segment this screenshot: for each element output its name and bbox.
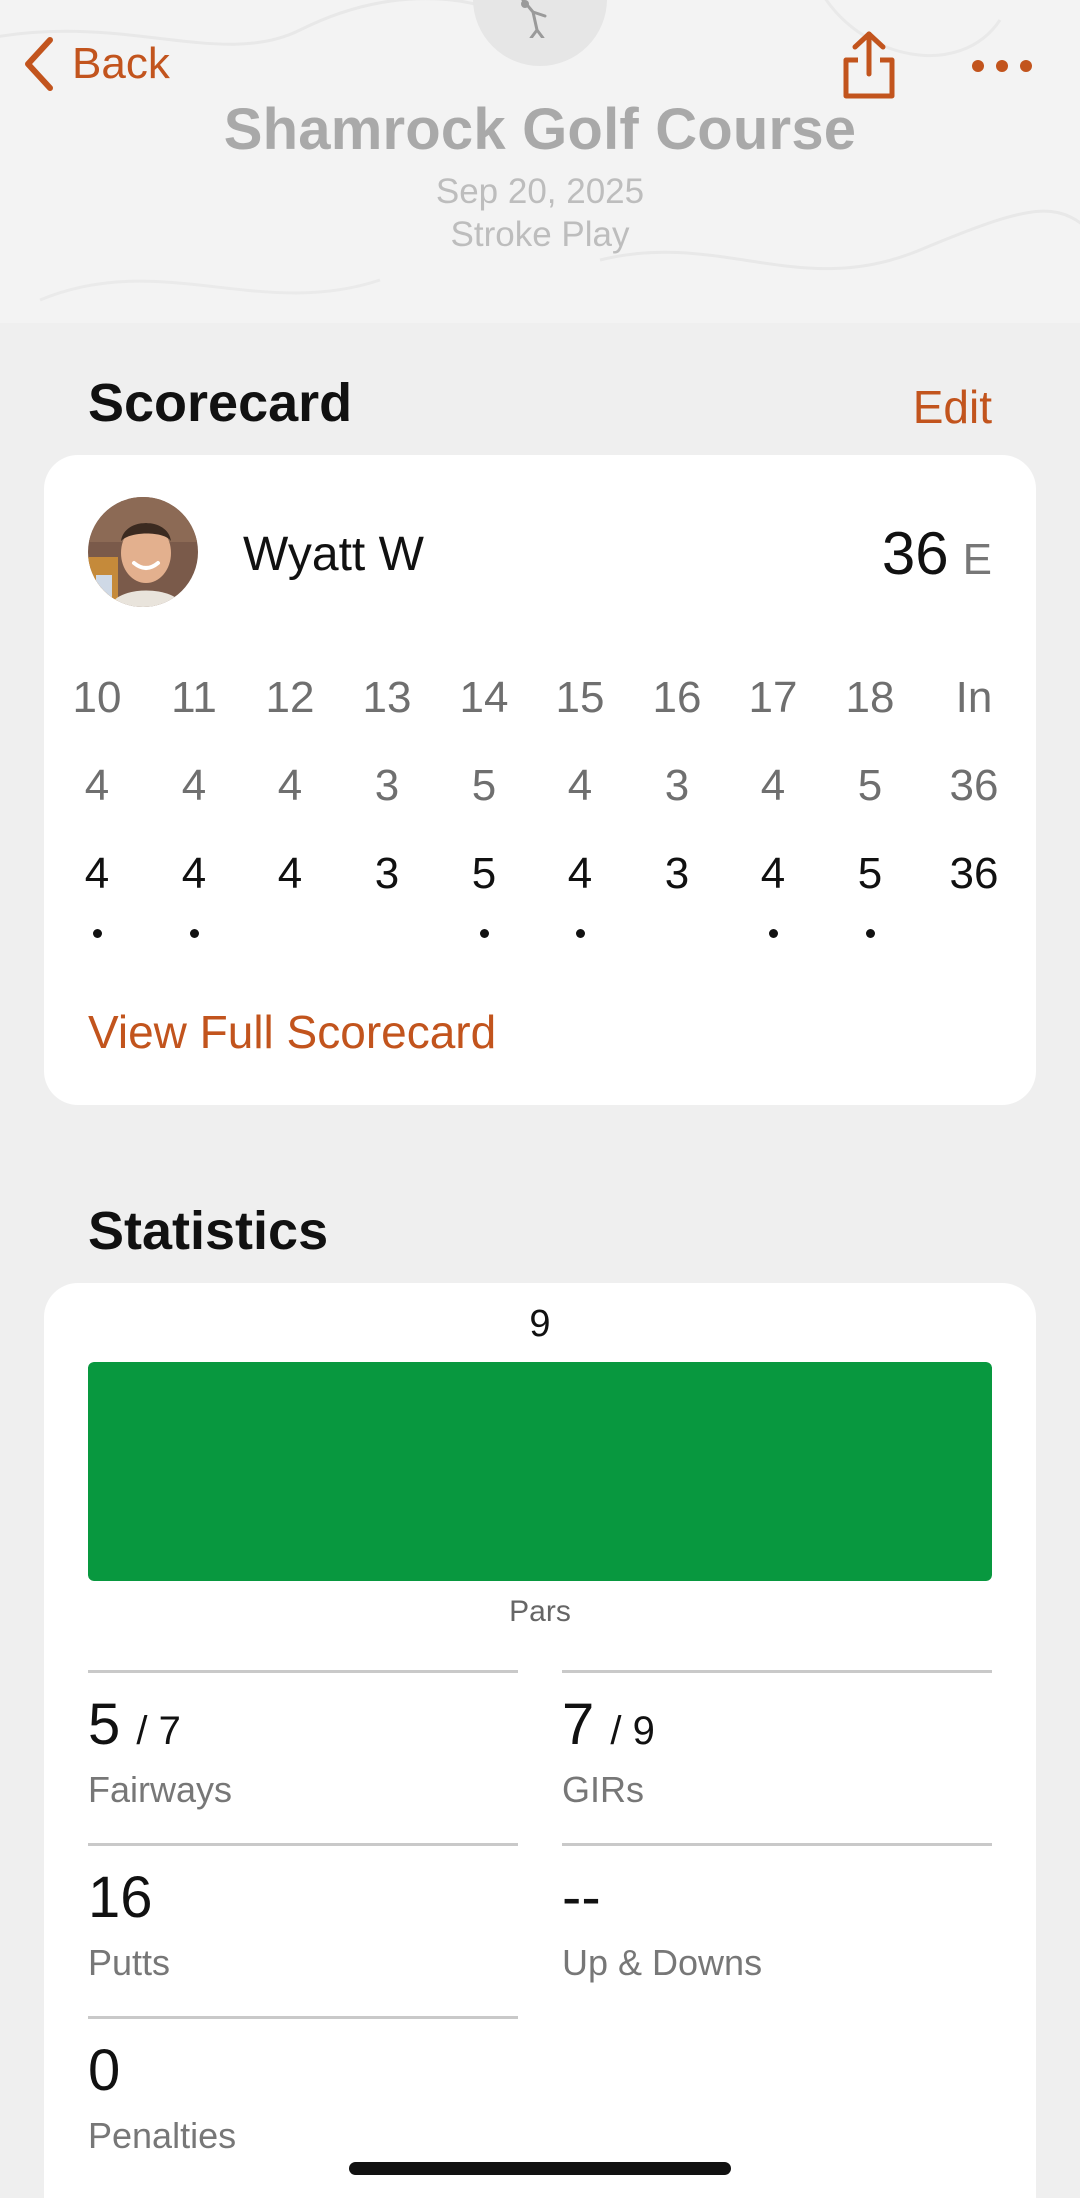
- round-date: Sep 20, 2025: [435, 172, 645, 211]
- scorecard-card: Wyatt W 36 E 10 11 12 13 14 15 16 17 18 In 444354…: [44, 455, 1036, 1105]
- course-title: Shamrock Golf Course: [223, 97, 857, 162]
- score-marker-dot: [768, 929, 778, 938]
- score-cell-11: 4: [181, 849, 207, 898]
- fairways-label: Fairways: [88, 1769, 233, 1810]
- edit-button[interactable]: Edit: [913, 380, 992, 434]
- putts-value: 16: [88, 1865, 153, 1930]
- player-name: Wyatt W: [243, 528, 424, 581]
- score-cell-12: 4: [277, 849, 303, 898]
- penalties-value: 0: [88, 2038, 121, 2103]
- score-distribution-bar: [88, 1362, 992, 1581]
- score-cell-18: 5: [857, 849, 883, 898]
- back-button[interactable]: Back: [22, 34, 170, 94]
- score-cell-15: 4: [567, 849, 593, 898]
- home-indicator[interactable]: [349, 2162, 731, 2175]
- share-icon: [843, 31, 895, 99]
- score-cell-13: 3: [374, 849, 400, 898]
- score-marker-dot: [189, 929, 199, 938]
- score-cell-16: 3: [664, 849, 690, 898]
- score-cell-in: 36: [949, 849, 999, 898]
- hole-number-18: 18: [845, 673, 895, 722]
- par-cell-10: 4: [84, 761, 110, 810]
- statistics-heading: Statistics: [88, 1201, 329, 1261]
- golfer-icon: [521, 0, 547, 38]
- par-cell-17: 4: [760, 761, 786, 810]
- penalties-stat: 0 Penalties: [88, 2016, 518, 2186]
- scorecard-heading: Scorecard: [88, 373, 353, 433]
- up-downs-label: Up & Downs: [562, 1942, 763, 1983]
- par-cell-14: 5: [471, 761, 497, 810]
- girs-stat: 7 / 9 GIRs: [562, 1670, 992, 1840]
- more-options-button[interactable]: [970, 48, 1034, 84]
- statistics-card: 9 Pars 5 / 7 Fairways 7 / 9 GIRs 16 Putt…: [44, 1283, 1036, 2198]
- par-cell-16: 3: [664, 761, 690, 810]
- ellipsis-icon: [972, 60, 1032, 72]
- score-to-par: E: [962, 535, 992, 584]
- score-cell-10: 4: [84, 849, 110, 898]
- score-row: 4 4 4 3 5 4 3 4 5 36: [44, 849, 1036, 938]
- par-cell-13: 3: [374, 761, 400, 810]
- hole-number-17: 17: [748, 673, 798, 722]
- girs-label: GIRs: [562, 1769, 645, 1810]
- hole-number-13: 13: [362, 673, 412, 722]
- score-marker-dot: [865, 929, 875, 938]
- score-cell-17: 4: [760, 849, 786, 898]
- hole-number-10: 10: [72, 673, 122, 722]
- round-detail-screen: Back Shamrock Golf Course Sep 20, 2025 S…: [0, 0, 1080, 2198]
- hole-number-12: 12: [265, 673, 315, 722]
- fairways-stat: 5 / 7 Fairways: [88, 1670, 518, 1840]
- pars-bar-segment: [88, 1362, 992, 1581]
- par-cell-15: 4: [567, 761, 593, 810]
- score-marker-dot: [92, 929, 102, 938]
- score-marker-dot: [575, 929, 585, 938]
- hole-number-16: 16: [652, 673, 702, 722]
- pars-label: Pars: [509, 1595, 571, 1628]
- pars-count: 9: [529, 1303, 551, 1345]
- score-cell-14: 5: [471, 849, 497, 898]
- par-cell-in: 36: [949, 761, 999, 810]
- round-format: Stroke Play: [450, 215, 630, 254]
- round-header: Back Shamrock Golf Course Sep 20, 2025 S…: [0, 0, 1080, 323]
- hole-number-14: 14: [459, 673, 509, 722]
- chevron-left-icon: [25, 37, 53, 91]
- par-cell-12: 4: [277, 761, 303, 810]
- back-label: Back: [72, 39, 170, 88]
- putts-label: Putts: [88, 1942, 171, 1983]
- up-downs-stat: -- Up & Downs: [562, 1843, 992, 2013]
- total-strokes: 36: [881, 520, 949, 587]
- total-score: 36 E: [882, 519, 992, 588]
- hole-number-in: In: [955, 673, 993, 722]
- hole-number-11: 11: [171, 673, 217, 722]
- player-photo: [88, 497, 198, 607]
- par-cell-18: 5: [857, 761, 883, 810]
- fairways-value: 5: [88, 1692, 121, 1757]
- hole-number-15: 15: [555, 673, 605, 722]
- putts-stat: 16 Putts: [88, 1843, 518, 2013]
- girs-value: 7: [562, 1692, 595, 1757]
- hole-number-row: 10 11 12 13 14 15 16 17 18 In: [44, 673, 1036, 733]
- up-downs-value: --: [562, 1865, 601, 1930]
- avatar[interactable]: [88, 497, 198, 607]
- par-row: 4 4 4 3 5 4 3 4 5 36: [44, 761, 1036, 821]
- girs-total: / 9: [610, 1709, 655, 1753]
- share-button[interactable]: [838, 30, 900, 102]
- view-full-scorecard-link[interactable]: View Full Scorecard: [88, 1005, 496, 1059]
- score-marker-dot: [479, 929, 489, 938]
- fairways-total: / 7: [136, 1709, 181, 1753]
- penalties-label: Penalties: [88, 2115, 237, 2156]
- par-cell-11: 4: [181, 761, 207, 810]
